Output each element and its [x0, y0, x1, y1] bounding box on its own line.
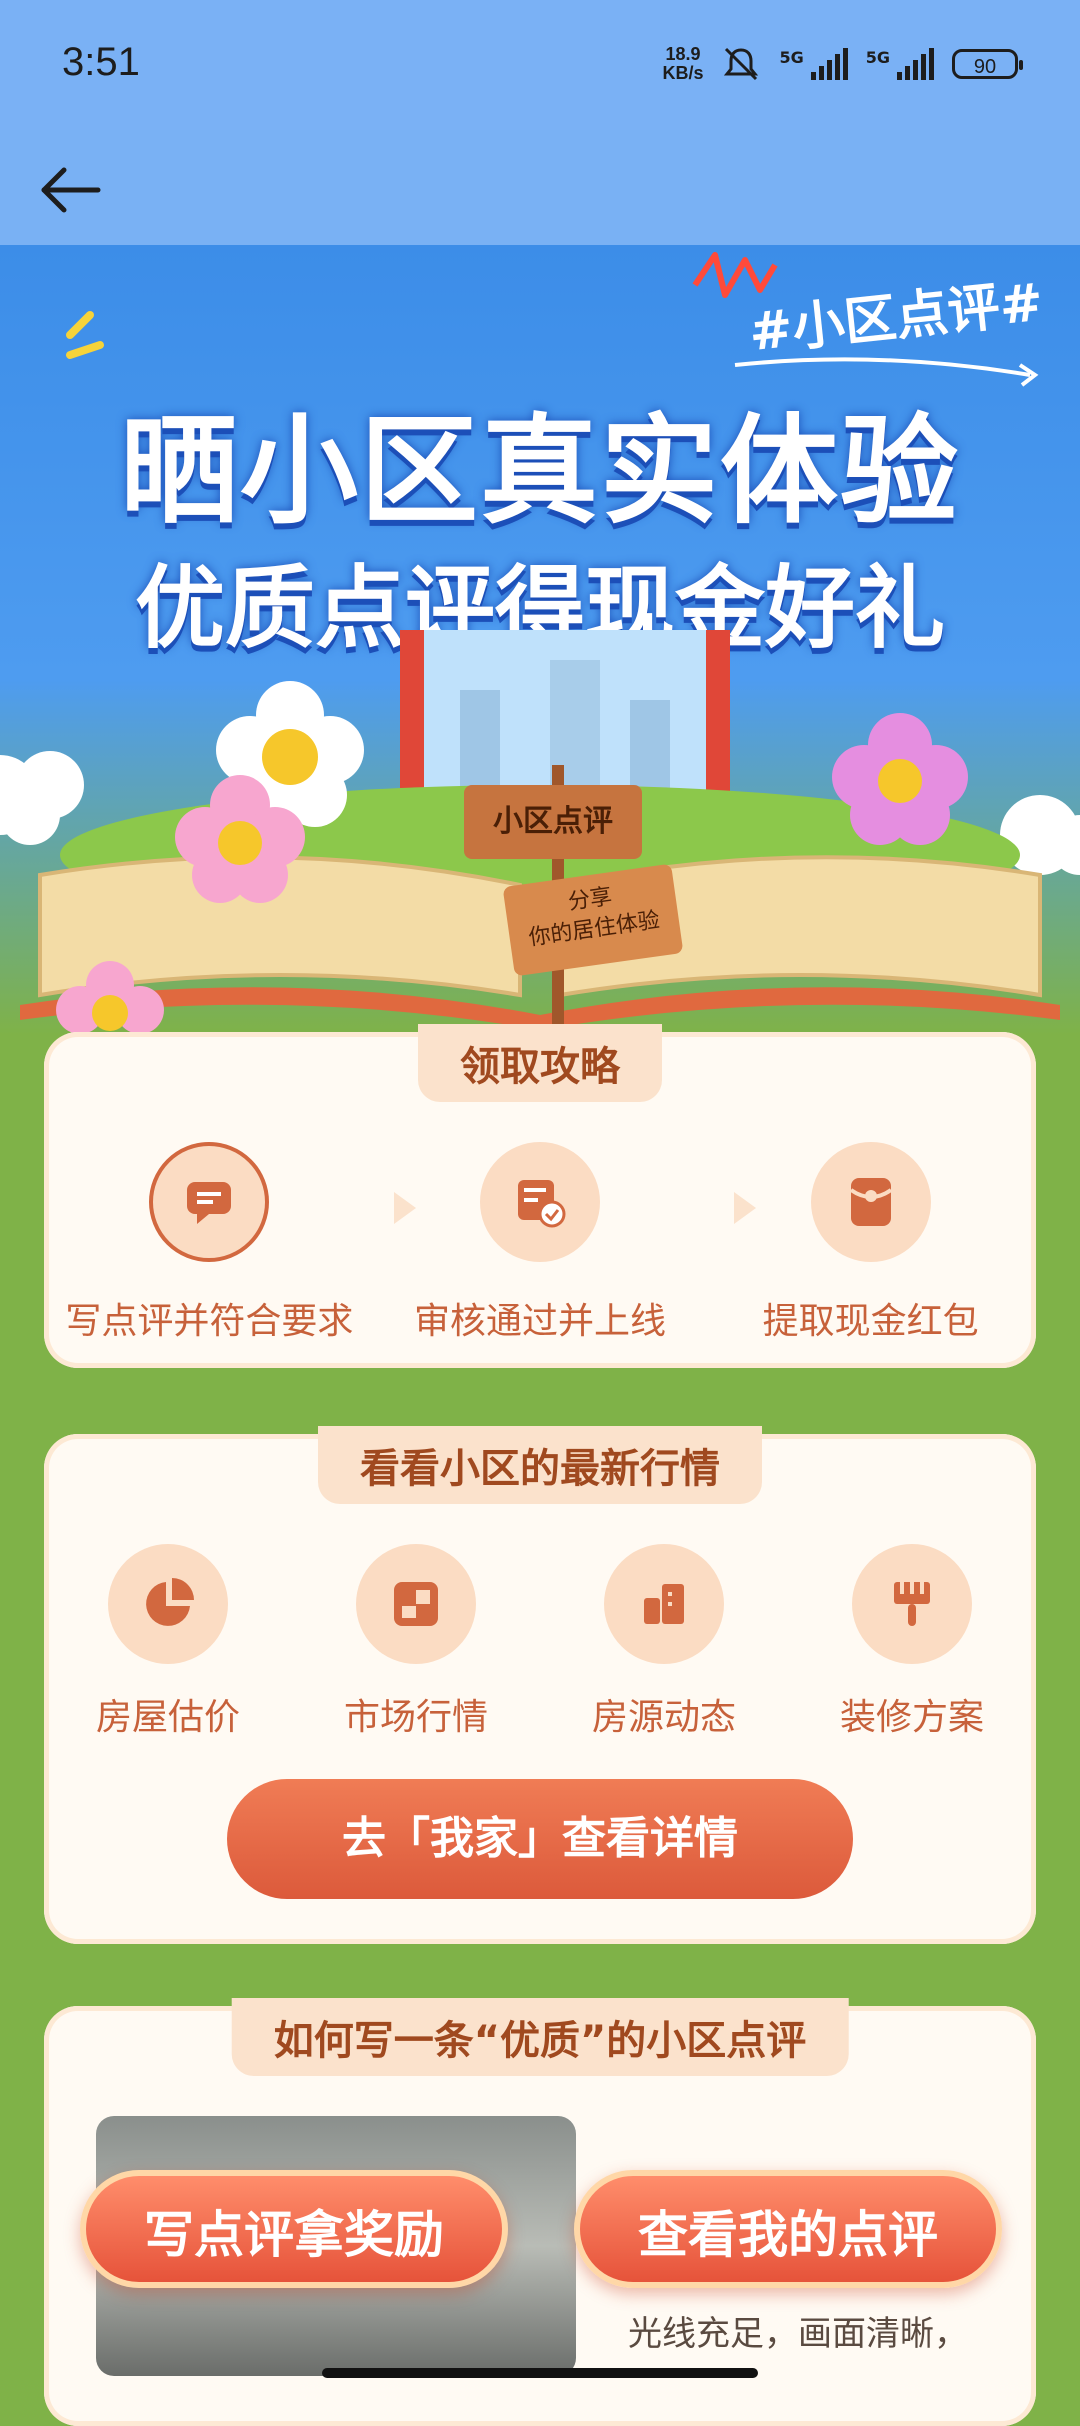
step-arrow-icon [394, 1192, 416, 1224]
home-indicator[interactable] [322, 2368, 758, 2378]
step-arrow-icon [734, 1192, 756, 1224]
guide-card-title: 领取攻略 [418, 1024, 662, 1102]
feature-house-valuation[interactable]: 房屋估价 [58, 1544, 278, 1740]
step-write-review: 写点评并符合要求 [59, 1142, 359, 1344]
hero-banner: #小区点评# 晒小区真实体验 优质点评得现金好礼 小区点评 分享 你的居住体验 [0, 245, 1080, 1035]
red-envelope-icon [810, 1142, 931, 1262]
top-nav-bar [0, 130, 1080, 245]
step-withdraw-cash: 提取现金红包 [721, 1142, 1021, 1344]
pie-chart-icon [108, 1544, 228, 1664]
clock: 3:51 [62, 40, 140, 84]
view-home-details-button[interactable]: 去「我家」查看详情 [227, 1779, 853, 1899]
status-bar: 3:51 18.9 KB/s 5G 5G 90 [0, 0, 1080, 130]
market-features: 房屋估价 市场行情 房源动态 装修方案 [44, 1544, 1036, 1740]
network-speed: 18.9 KB/s [662, 44, 704, 83]
howto-card-title: 如何写一条“优质”的小区点评 [231, 1998, 849, 2076]
building-icon [604, 1544, 724, 1664]
guide-steps: 写点评并符合要求 审核通过并上线 提取现金红包 [44, 1142, 1036, 1344]
sparkle-decoration [66, 311, 104, 359]
sign-main: 小区点评 [464, 785, 642, 859]
signal-icon-2: 5G [866, 48, 934, 80]
status-icons: 18.9 KB/s 5G 5G 90 [662, 40, 1023, 88]
write-review-button[interactable]: 写点评拿奖励 [80, 2170, 508, 2288]
view-my-reviews-button[interactable]: 查看我的点评 [574, 2170, 1002, 2288]
market-card: 看看小区的最新行情 房屋估价 市场行情 房源动态 装修方案 去「我家」查看详情 [44, 1426, 1036, 1944]
flower-decoration [175, 775, 305, 903]
feature-listing-updates[interactable]: 房源动态 [554, 1544, 774, 1740]
battery-icon: 90 [952, 49, 1023, 79]
guide-card: 领取攻略 写点评并符合要求 审核通过并上线 提取现金红包 [44, 1024, 1036, 1368]
approved-document-icon [479, 1142, 600, 1262]
mute-icon [724, 47, 759, 81]
example-description: 光线充足，画面清晰， [628, 2314, 968, 2354]
step-review-approved: 审核通过并上线 [390, 1142, 690, 1344]
feature-renovation-plans[interactable]: 装修方案 [802, 1544, 1022, 1740]
paint-brush-icon [852, 1544, 972, 1664]
hero-title-line1: 晒小区真实体验 [119, 402, 960, 540]
feature-market-trends[interactable]: 市场行情 [306, 1544, 526, 1740]
market-chart-icon [356, 1544, 476, 1664]
market-card-title: 看看小区的最新行情 [318, 1426, 762, 1504]
chat-bubble-icon [149, 1142, 270, 1262]
flower-decoration [56, 961, 164, 1034]
back-arrow-icon[interactable] [34, 150, 114, 230]
signal-icon-1: 5G [779, 48, 848, 80]
flower-decoration [832, 713, 968, 845]
